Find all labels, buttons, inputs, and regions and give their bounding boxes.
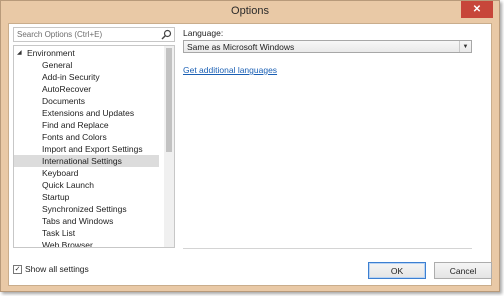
close-icon: ✕	[472, 4, 482, 15]
tree-item-label: Startup	[42, 192, 70, 202]
language-select-value: Same as Microsoft Windows	[187, 42, 295, 52]
search-placeholder: Search Options (Ctrl+E)	[17, 30, 103, 39]
language-select[interactable]: Same as Microsoft Windows ▼	[183, 40, 472, 53]
tree-item-documents[interactable]: Documents	[14, 95, 159, 107]
tree-item-label: International Settings	[42, 156, 122, 166]
checkmark-icon: ✓	[14, 265, 21, 273]
tree-item-task-list[interactable]: Task List	[14, 227, 159, 239]
window-title: Options	[231, 5, 269, 17]
tree-item-fonts-and-colors[interactable]: Fonts and Colors	[14, 131, 159, 143]
scrollbar-thumb[interactable]	[166, 48, 172, 152]
search-input[interactable]: Search Options (Ctrl+E)	[13, 27, 175, 42]
close-button[interactable]: ✕	[461, 1, 493, 18]
tree-node-label: Environment	[27, 48, 75, 58]
tree-item-label: Keyboard	[42, 168, 79, 178]
language-label: Language:	[183, 28, 224, 38]
tree-item-keyboard[interactable]: Keyboard	[14, 167, 159, 179]
tree-item-label: Synchronized Settings	[42, 204, 127, 214]
dialog-body: Search Options (Ctrl+E) ◢ Environment Ge…	[8, 23, 492, 286]
chevron-down-icon[interactable]: ▼	[459, 41, 471, 52]
tree-item-tabs-and-windows[interactable]: Tabs and Windows	[14, 215, 159, 227]
options-dialog: Options ✕ Search Options (Ctrl+E) ◢ Envi…	[0, 0, 500, 292]
show-all-label: Show all settings	[25, 264, 89, 274]
divider	[183, 248, 472, 249]
collapse-icon[interactable]: ◢	[17, 47, 22, 59]
tree-item-label: Task List	[42, 228, 76, 238]
tree-item-add-in-security[interactable]: Add-in Security	[14, 71, 159, 83]
cancel-button[interactable]: Cancel	[434, 262, 492, 279]
tree-item-label: Import and Export Settings	[42, 144, 143, 154]
show-all-checkbox[interactable]: ✓	[13, 264, 22, 274]
show-all-settings[interactable]: ✓ Show all settings	[13, 264, 89, 274]
tree-item-label: Documents	[42, 96, 85, 106]
tree-item-label: Tabs and Windows	[42, 216, 114, 226]
tree-item-label: Fonts and Colors	[42, 132, 107, 142]
tree-item-synchronized-settings[interactable]: Synchronized Settings	[14, 203, 159, 215]
tree-item-web-browser[interactable]: Web Browser	[14, 239, 159, 248]
tree-item-autorecover[interactable]: AutoRecover	[14, 83, 159, 95]
tree-item-label: Quick Launch	[42, 180, 94, 190]
tree-node-environment[interactable]: ◢ Environment	[14, 47, 159, 59]
tree-item-extensions-and-updates[interactable]: Extensions and Updates	[14, 107, 159, 119]
tree-scrollbar[interactable]	[164, 46, 174, 247]
get-additional-languages-link[interactable]: Get additional languages	[183, 65, 277, 75]
tree-item-label: General	[42, 60, 73, 70]
title-bar: Options ✕	[1, 1, 499, 23]
search-icon[interactable]	[161, 29, 172, 40]
ok-button[interactable]: OK	[368, 262, 426, 279]
tree-item-international-settings[interactable]: International Settings	[14, 155, 159, 167]
tree-item-find-and-replace[interactable]: Find and Replace	[14, 119, 159, 131]
tree-item-general[interactable]: General	[14, 59, 159, 71]
options-tree[interactable]: ◢ Environment General Add-in Security Auto…	[13, 45, 175, 248]
tree-item-quick-launch[interactable]: Quick Launch	[14, 179, 159, 191]
tree-item-startup[interactable]: Startup	[14, 191, 159, 203]
tree-item-label: Add-in Security	[42, 72, 100, 82]
tree-item-label: Find and Replace	[42, 120, 109, 130]
tree-item-label: Extensions and Updates	[42, 108, 135, 118]
tree-item-label: AutoRecover	[42, 84, 92, 94]
tree-item-label: Web Browser	[42, 240, 93, 248]
tree-item-import-and-export-settings[interactable]: Import and Export Settings	[14, 143, 159, 155]
